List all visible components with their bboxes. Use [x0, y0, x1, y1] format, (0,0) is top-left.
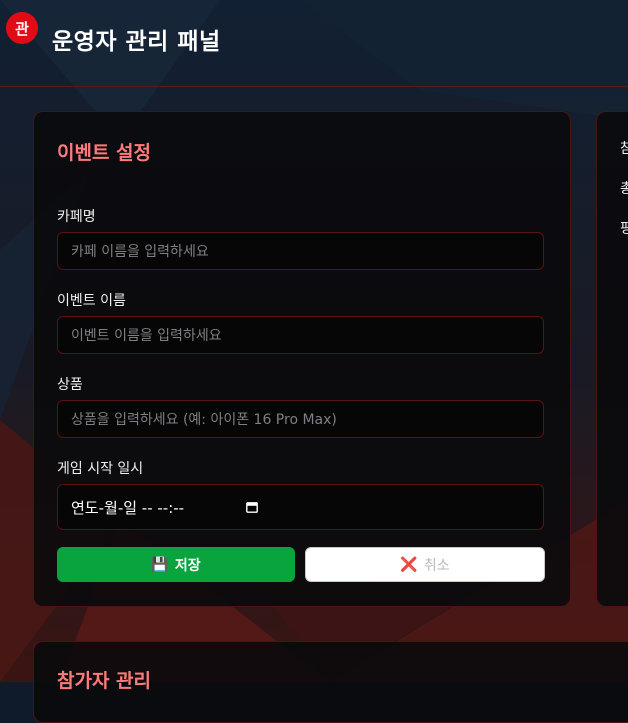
stats-card: 참 총 평	[596, 111, 628, 607]
event-name-input[interactable]: 이벤트 이름을 입력하세요	[57, 316, 544, 354]
event-settings-card: 이벤트 설정 카페명 카페 이름을 입력하세요 이벤트 이름 이벤트 이름을 입…	[33, 111, 571, 607]
participants-title: 참가자 관리	[57, 670, 152, 692]
stat-line-2: 총	[620, 181, 628, 197]
close-icon: ❌	[400, 556, 418, 573]
event-name-label: 이벤트 이름	[57, 293, 126, 309]
stat-line-3: 평	[620, 221, 628, 237]
cancel-button[interactable]: ❌ 취소	[305, 547, 545, 582]
product-label: 상품	[57, 377, 83, 393]
cafe-name-input[interactable]: 카페 이름을 입력하세요	[57, 232, 544, 270]
start-datetime-value: 연도-월-일 -- --:--	[71, 498, 185, 517]
start-datetime-input[interactable]: 연도-월-일 -- --:--	[57, 484, 544, 530]
event-settings-title: 이벤트 설정	[57, 142, 152, 164]
calendar-icon[interactable]	[246, 501, 258, 513]
top-bar: 관 운영자 관리 패널	[0, 0, 628, 87]
save-button-label: 저장	[174, 557, 201, 574]
page-title: 운영자 관리 패널	[52, 29, 221, 55]
save-button[interactable]: 💾 저장	[57, 547, 295, 582]
stat-line-1: 참	[620, 141, 628, 157]
cafe-name-label: 카페명	[57, 209, 96, 225]
participants-card: 참가자 관리	[33, 641, 628, 723]
product-input[interactable]: 상품을 입력하세요 (예: 아이폰 16 Pro Max)	[57, 400, 544, 438]
save-icon: 💾	[151, 556, 169, 573]
app-logo: 관	[6, 12, 38, 44]
start-datetime-label: 게임 시작 일시	[57, 461, 144, 477]
cancel-button-label: 취소	[423, 557, 450, 574]
